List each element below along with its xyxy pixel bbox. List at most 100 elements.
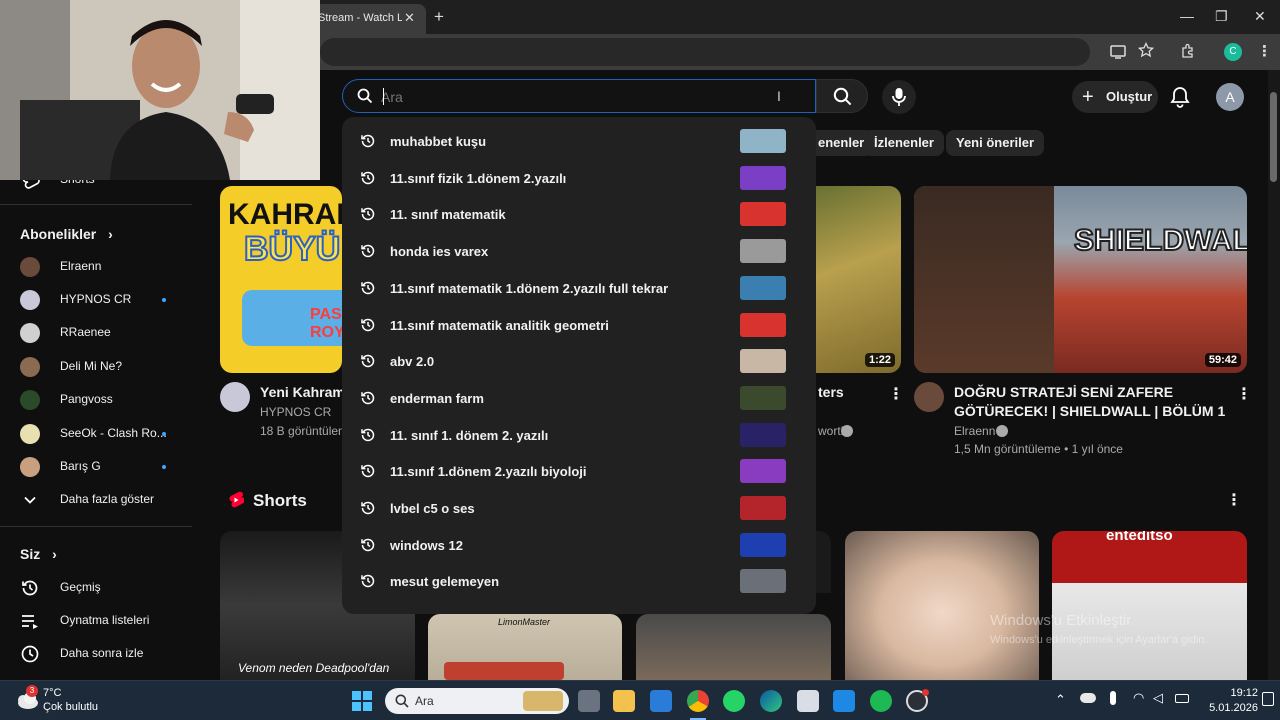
wifi-icon[interactable]: ◠ [1133,690,1144,706]
search-suggestion[interactable]: windows 12 [342,527,816,563]
windows-start-icon[interactable] [352,691,372,716]
suggestion-text: 11. sınıf matematik [390,207,506,223]
taskbar-search[interactable]: Ara [385,688,569,714]
search-suggestion[interactable]: 11. sınıf matematik [342,196,816,232]
create-button[interactable]: + Oluştur [1072,81,1158,113]
video-thumbnail[interactable]: SHIELDWALL 59:42 [914,186,1247,373]
sidebar-item-hypnos-cr[interactable]: HYPNOS CR [20,286,180,314]
maximize-button[interactable]: ❐ [1215,8,1228,25]
search-box[interactable]: I [342,79,816,113]
search-suggestion[interactable]: enderman farm [342,380,816,416]
sidebar-item-watch-later[interactable]: Daha sonra izle [20,640,190,668]
video-menu-icon[interactable]: ⋮ [888,384,904,404]
suggestion-text: mesut gelemeyen [390,574,500,590]
search-suggestion[interactable]: 11.sınıf matematik 1.dönem 2.yazılı full… [342,270,816,306]
file-explorer-icon[interactable] [613,690,635,712]
you-heading[interactable]: Siz › [20,546,57,562]
search-suggestion[interactable]: honda ies varex [342,233,816,269]
webcam-feed [0,0,320,180]
calculator-icon[interactable] [797,690,819,712]
search-suggestion[interactable]: 11.sınıf fizik 1.dönem 2.yazılı [342,160,816,196]
voice-search-button[interactable] [882,80,916,114]
browser-profile-avatar[interactable]: C [1224,43,1242,61]
short-thumbnail[interactable]: LimonMaster [428,614,622,680]
sidebar-item-playlists[interactable]: Oynatma listeleri [20,607,190,635]
channel-avatar[interactable] [914,382,944,412]
video-title[interactable]: ters [818,383,844,402]
weather-temperature[interactable]: 7°C [43,687,61,699]
onedrive-icon[interactable] [1080,693,1096,703]
channel-name[interactable]: Elraenn [954,424,995,438]
app-icon[interactable] [833,690,855,712]
short-thumbnail[interactable]: enteditso [1052,531,1247,680]
microsoft-store-icon[interactable] [650,690,672,712]
channel-name[interactable]: HYPNOS CR [260,405,331,419]
search-button[interactable] [816,79,868,113]
suggestion-text: windows 12 [390,537,463,553]
search-icon [395,694,409,713]
spotify-icon[interactable] [870,690,892,712]
sidebar-item-baris-g[interactable]: Barış G [20,453,180,481]
search-suggestion[interactable]: 11.sınıf matematik analitik geometri [342,307,816,343]
search-suggestion[interactable]: abv 2.0 [342,343,816,379]
video-title[interactable]: DOĞRU STRATEJİ SENİ ZAFERE GÖTÜRECEK! | … [954,383,1230,421]
sidebar-item-seeok[interactable]: SeeOk - Clash Ro... [20,420,180,448]
notification-center-icon[interactable] [1262,692,1274,706]
chip-izlenenler[interactable]: İzlenenler [864,130,944,156]
suggestion-text: abv 2.0 [390,354,435,370]
suggestion-text: 11.sınıf matematik analitik geometri [390,317,609,333]
suggestion-thumbnail [740,129,786,153]
sidebar-item-pangvoss[interactable]: Pangvoss [20,386,180,414]
browser-menu-icon[interactable]: ⋮ [1257,42,1272,60]
show-more-button[interactable]: Daha fazla göster [20,486,190,514]
address-bar[interactable] [320,38,1090,66]
battery-icon[interactable] [1175,694,1189,703]
tab-close-icon[interactable]: ✕ [404,10,415,26]
search-suggestion[interactable]: mesut gelemeyen [342,563,816,599]
clock-time[interactable]: 19:12 [1206,687,1258,699]
new-tab-button[interactable]: + [434,7,444,27]
edge-icon[interactable] [760,690,782,712]
search-input[interactable] [381,86,761,108]
microphone-icon[interactable] [1110,691,1116,705]
short-thumbnail[interactable] [845,531,1039,680]
sidebar-item-elraenn[interactable]: Elraenn [20,253,180,281]
video-menu-icon[interactable]: ⋮ [1236,384,1252,404]
sidebar-item-deli-mi-ne[interactable]: Deli Mi Ne? [20,353,180,381]
video-thumbnail[interactable]: KAHRAM BÜYÜ PAS ROY [220,186,342,373]
history-icon [20,578,40,598]
close-window-button[interactable]: ✕ [1254,8,1266,25]
search-suggestion[interactable]: 11.sınıf 1.dönem 2.yazılı biyoloji [342,453,816,489]
channel-avatar[interactable] [220,382,250,412]
whatsapp-icon[interactable] [723,690,745,712]
search-suggestion[interactable]: 11. sınıf 1. dönem 2. yazılı [342,417,816,453]
short-thumbnail[interactable] [636,614,831,680]
cast-icon[interactable] [1110,44,1126,64]
mic-icon [892,87,906,112]
account-avatar[interactable]: A [1216,83,1244,111]
volume-icon[interactable]: ◁ [1153,690,1163,706]
page-scrollbar[interactable] [1268,70,1280,680]
shorts-logo-icon [228,491,246,514]
video-title[interactable]: Yeni Kahrama [260,383,344,402]
tray-chevron-icon[interactable]: ⌃ [1055,692,1066,708]
short-caption: enteditso [1106,531,1173,544]
bookmark-star-icon[interactable] [1137,41,1155,62]
subscriptions-heading[interactable]: Abonelikler › [20,226,113,242]
chevron-right-icon: › [108,226,113,242]
sidebar-item-history[interactable]: Geçmiş [20,574,190,602]
clock-date[interactable]: 5.01.2026 [1194,702,1258,714]
extensions-icon[interactable] [1180,43,1196,63]
search-suggestion[interactable]: muhabbet kuşu [342,123,816,159]
minimize-button[interactable]: — [1180,8,1194,24]
chrome-icon[interactable] [687,690,709,712]
short-caption: Venom neden Deadpool'dan [238,661,390,675]
weather-description[interactable]: Çok bulutlu [43,701,98,713]
notifications-bell-icon[interactable] [1170,86,1190,113]
search-suggestion[interactable]: lvbel c5 o ses [342,490,816,526]
task-view-icon[interactable] [578,690,600,712]
chip-yeni-oneriler[interactable]: Yeni öneriler [946,130,1045,156]
sidebar-item-rraenee[interactable]: RRaenee [20,319,180,347]
scrollbar-thumb[interactable] [1270,92,1277,182]
shorts-menu-icon[interactable]: ⋮ [1226,490,1242,510]
